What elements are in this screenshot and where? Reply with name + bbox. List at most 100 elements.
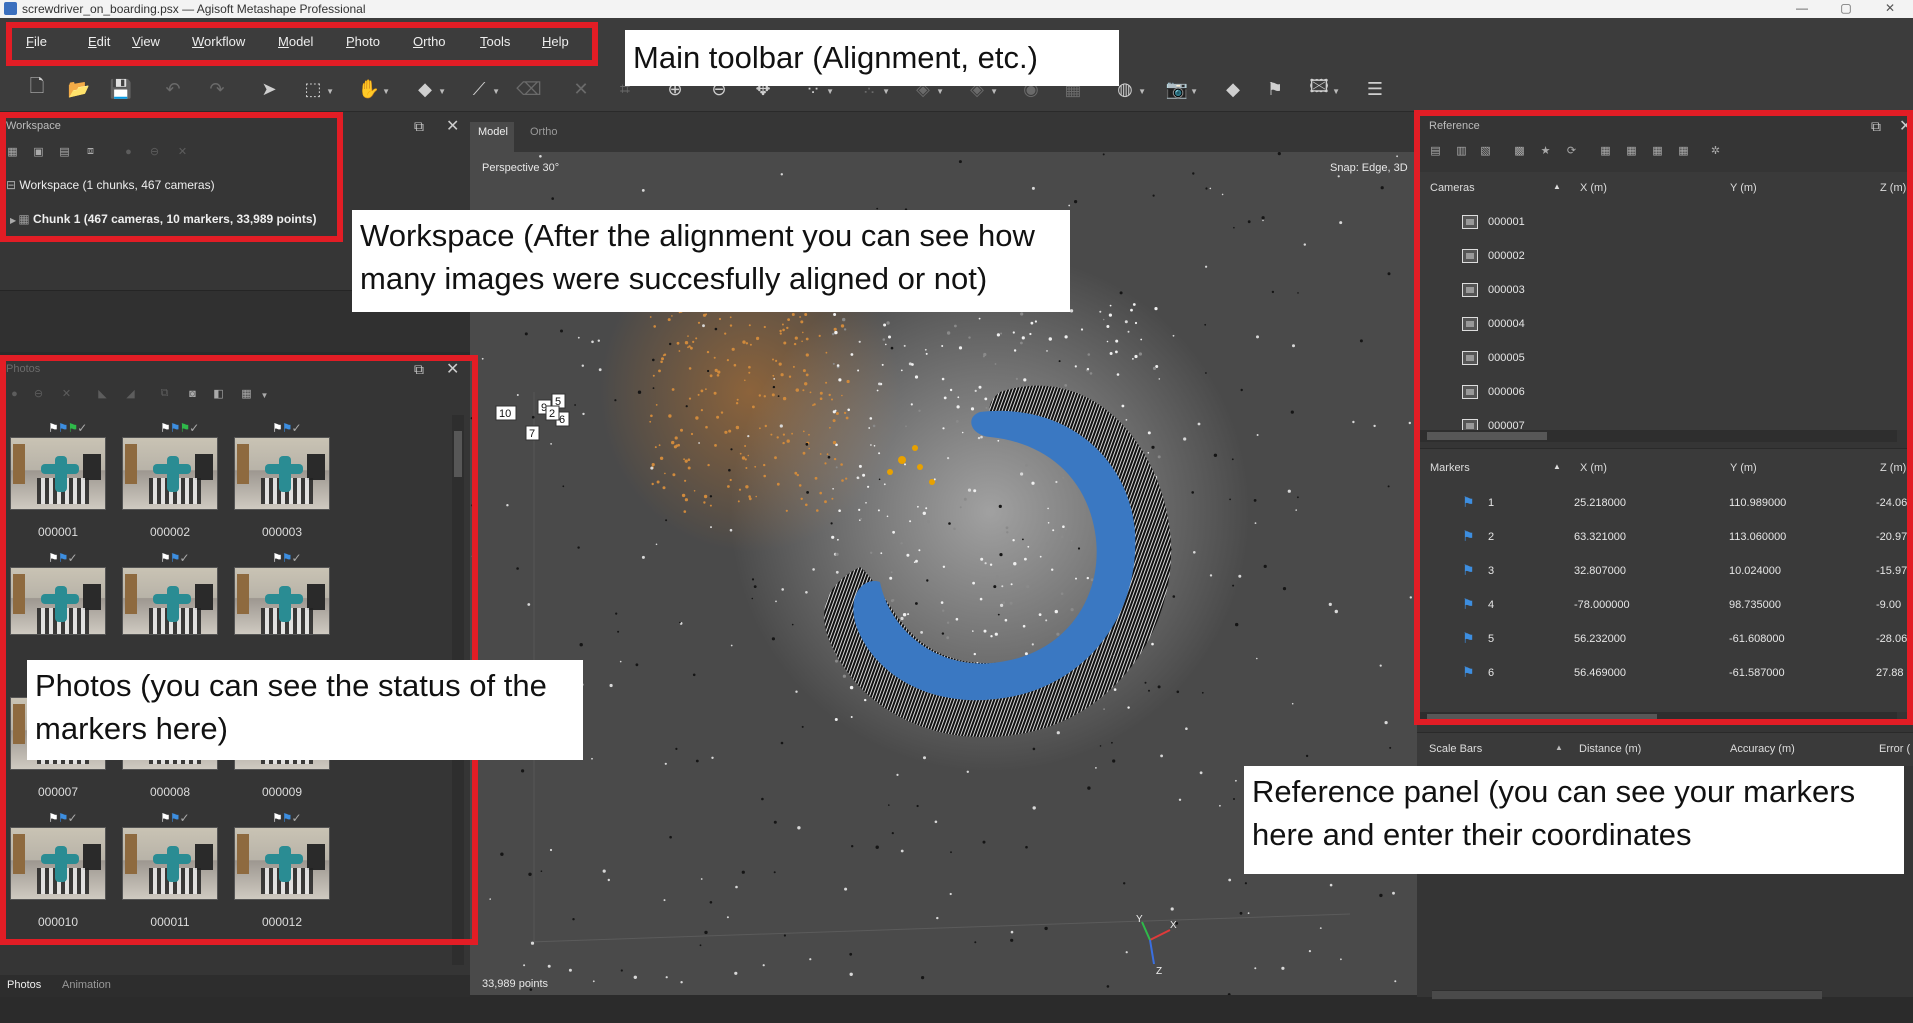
- marker-y[interactable]: 10.024000: [1729, 565, 1781, 577]
- menu-workflow[interactable]: Workflow: [192, 34, 245, 49]
- close-photos-panel-icon[interactable]: ✕: [446, 359, 459, 379]
- marker-z[interactable]: -9.00: [1876, 599, 1901, 611]
- marker-id[interactable]: 1: [1488, 497, 1494, 509]
- rotate-left-icon[interactable]: ◣: [96, 387, 109, 400]
- show-markers-icon[interactable]: ⚑: [1262, 76, 1288, 102]
- calculator-icon[interactable]: ▩: [1513, 144, 1526, 157]
- marker-y[interactable]: 110.989000: [1729, 497, 1786, 509]
- tab-animation[interactable]: Animation: [62, 979, 111, 991]
- ruler-icon[interactable]: ⟋ ▼: [466, 76, 500, 102]
- photo-thumbnail[interactable]: [10, 437, 106, 510]
- disable-icon[interactable]: ⊖: [148, 145, 161, 158]
- show-cameras-icon[interactable]: 📷 ▼: [1164, 76, 1198, 102]
- marker-z[interactable]: 27.88: [1876, 667, 1904, 679]
- marker-x[interactable]: 63.321000: [1574, 531, 1626, 543]
- scalebars-col-accuracy[interactable]: Accuracy (m): [1730, 743, 1795, 755]
- view-errors-icon[interactable]: ▦: [1651, 144, 1664, 157]
- marker-x[interactable]: 25.218000: [1574, 497, 1626, 509]
- camera-row-label[interactable]: 000005: [1488, 352, 1525, 364]
- menu-help[interactable]: Help: [542, 34, 569, 49]
- import-reference-icon[interactable]: ▤: [1429, 144, 1442, 157]
- tab-model[interactable]: Model: [478, 126, 508, 138]
- tab-ortho[interactable]: Ortho: [530, 126, 558, 138]
- float-panel-icon[interactable]: ⧉: [414, 118, 424, 135]
- photo-thumbnail[interactable]: [122, 567, 218, 635]
- add-chunk-icon[interactable]: ▦: [6, 145, 19, 158]
- marker-x[interactable]: 56.232000: [1574, 633, 1626, 645]
- mask-icon[interactable]: ◙: [186, 387, 199, 400]
- float-reference-panel-icon[interactable]: ⧉: [1871, 118, 1881, 135]
- marker-y[interactable]: 113.060000: [1729, 531, 1786, 543]
- menu-tools[interactable]: Tools: [480, 34, 510, 49]
- camera-row-label[interactable]: 000001: [1488, 216, 1525, 228]
- photo-thumbnail[interactable]: [10, 827, 106, 900]
- optimize-cameras-icon[interactable]: ★: [1539, 144, 1552, 157]
- save-icon[interactable]: 💾: [108, 76, 134, 102]
- cameras-col-3[interactable]: Z (m): [1880, 182, 1906, 194]
- sort-arrow-icon[interactable]: ▲: [1555, 743, 1563, 752]
- scalebars-col-name[interactable]: Scale Bars: [1429, 743, 1482, 755]
- scalebars-hscroll[interactable]: [1432, 990, 1822, 1000]
- new-document-icon[interactable]: 🗋: [24, 76, 50, 102]
- marker-id[interactable]: 3: [1488, 565, 1494, 577]
- marker-label-10[interactable]: 10: [499, 408, 511, 420]
- clear-reference-icon[interactable]: ▧: [1479, 144, 1492, 157]
- tab-photos[interactable]: Photos: [7, 979, 41, 991]
- add-photos-icon[interactable]: ▣: [32, 145, 45, 158]
- sort-arrow-icon[interactable]: ▲: [1553, 462, 1561, 471]
- undo-icon[interactable]: ↶: [160, 76, 186, 102]
- scalebars-col-distance[interactable]: Distance (m): [1579, 743, 1641, 755]
- show-shapes-icon[interactable]: ◆: [1220, 76, 1246, 102]
- menu-photo[interactable]: Photo: [346, 34, 380, 49]
- marker-label-2[interactable]: 2: [549, 408, 555, 420]
- view-source-icon[interactable]: ▦: [1599, 144, 1612, 157]
- eraser-icon[interactable]: ⌫: [516, 76, 542, 102]
- cameras-col-2[interactable]: Y (m): [1730, 182, 1757, 194]
- menu-ortho[interactable]: Ortho: [413, 34, 446, 49]
- photo-thumbnail[interactable]: [122, 827, 218, 900]
- menu-view[interactable]: View: [132, 34, 160, 49]
- markers-col-3[interactable]: Z (m): [1880, 462, 1906, 474]
- view-estimated-icon[interactable]: ▦: [1625, 144, 1638, 157]
- photo-thumbnail[interactable]: [234, 827, 330, 900]
- marker-id[interactable]: 4: [1488, 599, 1494, 611]
- camera-row-label[interactable]: 000004: [1488, 318, 1525, 330]
- float-photos-panel-icon[interactable]: ⧉: [414, 361, 424, 378]
- open-folder-icon[interactable]: 📂: [66, 76, 92, 102]
- cameras-hscroll[interactable]: [1417, 430, 1897, 442]
- pointer-icon[interactable]: ➤: [256, 76, 282, 102]
- reset-filter-icon[interactable]: ⧉: [158, 387, 171, 400]
- copy-icon[interactable]: ◧: [212, 387, 225, 400]
- view-variance-icon[interactable]: ▦: [1677, 144, 1690, 157]
- marker-id[interactable]: 5: [1488, 633, 1494, 645]
- remove-icon[interactable]: ✕: [176, 145, 189, 158]
- marker-x[interactable]: 56.469000: [1574, 667, 1626, 679]
- photo-thumbnail[interactable]: [10, 567, 106, 635]
- photo-thumbnail[interactable]: [234, 567, 330, 635]
- cameras-col-1[interactable]: X (m): [1580, 182, 1607, 194]
- marker-z[interactable]: -15.97: [1876, 565, 1907, 577]
- rectangle-selection-icon[interactable]: ⬚ ▼: [300, 76, 334, 102]
- camera-row-label[interactable]: 000003: [1488, 284, 1525, 296]
- close-panel-icon[interactable]: ✕: [446, 116, 459, 136]
- close-window-button[interactable]: ✕: [1870, 0, 1910, 18]
- marker-y[interactable]: -61.608000: [1729, 633, 1785, 645]
- photo-thumbnail[interactable]: [122, 437, 218, 510]
- marker-y[interactable]: -61.587000: [1729, 667, 1785, 679]
- chunk-item[interactable]: ▶ ▦ Chunk 1 (467 cameras, 10 markers, 33…: [10, 212, 317, 226]
- minimize-button[interactable]: —: [1782, 0, 1822, 18]
- delete-selection-icon[interactable]: ✕: [568, 76, 594, 102]
- navigation-icon[interactable]: ✋ ▼: [356, 76, 390, 102]
- update-transform-icon[interactable]: ⟳: [1565, 144, 1578, 157]
- marker-y[interactable]: 98.735000: [1729, 599, 1781, 611]
- photo-thumbnail[interactable]: [234, 437, 330, 510]
- sort-arrow-icon[interactable]: ▲: [1553, 182, 1561, 191]
- marker-label-6[interactable]: 6: [559, 414, 565, 426]
- marker-z[interactable]: -24.06: [1876, 497, 1907, 509]
- marker-label-7[interactable]: 7: [529, 428, 535, 440]
- marker-x[interactable]: -78.000000: [1574, 599, 1630, 611]
- enable-icon[interactable]: ●: [122, 145, 135, 158]
- export-reference-icon[interactable]: ▥: [1455, 144, 1468, 157]
- workspace-root[interactable]: ⊟ Workspace (1 chunks, 467 cameras): [6, 178, 215, 192]
- markers-col-1[interactable]: X (m): [1580, 462, 1607, 474]
